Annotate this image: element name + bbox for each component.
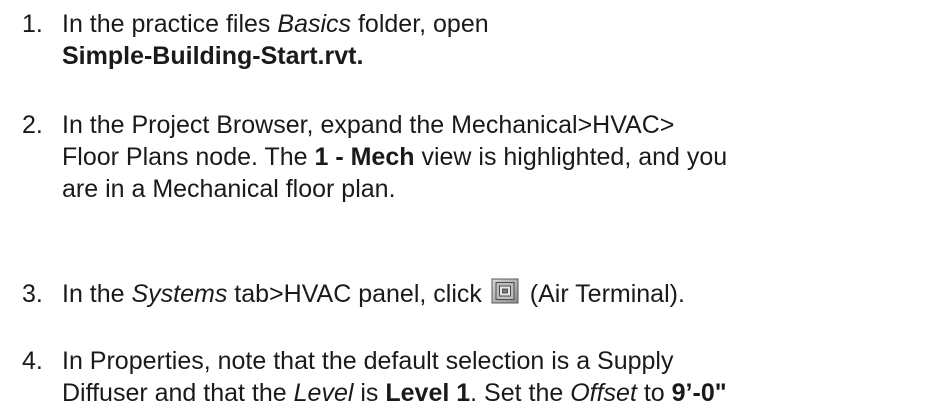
step-number: 1.: [22, 10, 43, 38]
step-line: Simple-Building-Start.rvt.: [62, 40, 922, 72]
step-text: In Properties, note that the default sel…: [62, 345, 922, 409]
step-text: In the Systems tab>HVAC panel, click (Ai…: [62, 278, 922, 310]
file-name: Simple-Building-Start.rvt.: [62, 42, 364, 70]
step-number: 4.: [22, 347, 43, 375]
step-line: In the Project Browser, expand the Mecha…: [62, 111, 675, 139]
step-number: 2.: [22, 111, 43, 139]
step-text: In the practice files Basics folder, ope…: [62, 8, 922, 72]
air-terminal-icon: [491, 278, 519, 304]
step-text: In the Project Browser, expand the Mecha…: [62, 109, 922, 205]
step-line: In Properties, note that the default sel…: [62, 347, 674, 375]
step-line: In the practice files Basics folder, ope…: [62, 10, 489, 38]
step-line: are in a Mechanical floor plan.: [62, 175, 396, 203]
step-line: Floor Plans node. The 1 - Mech view is h…: [62, 143, 728, 171]
step-line: Diffuser and that the Level is Level 1. …: [62, 379, 727, 407]
view-name: 1 - Mech: [314, 143, 415, 171]
step-line: In the Systems tab>HVAC panel, click (Ai…: [62, 278, 685, 308]
step-number: 3.: [22, 280, 43, 308]
